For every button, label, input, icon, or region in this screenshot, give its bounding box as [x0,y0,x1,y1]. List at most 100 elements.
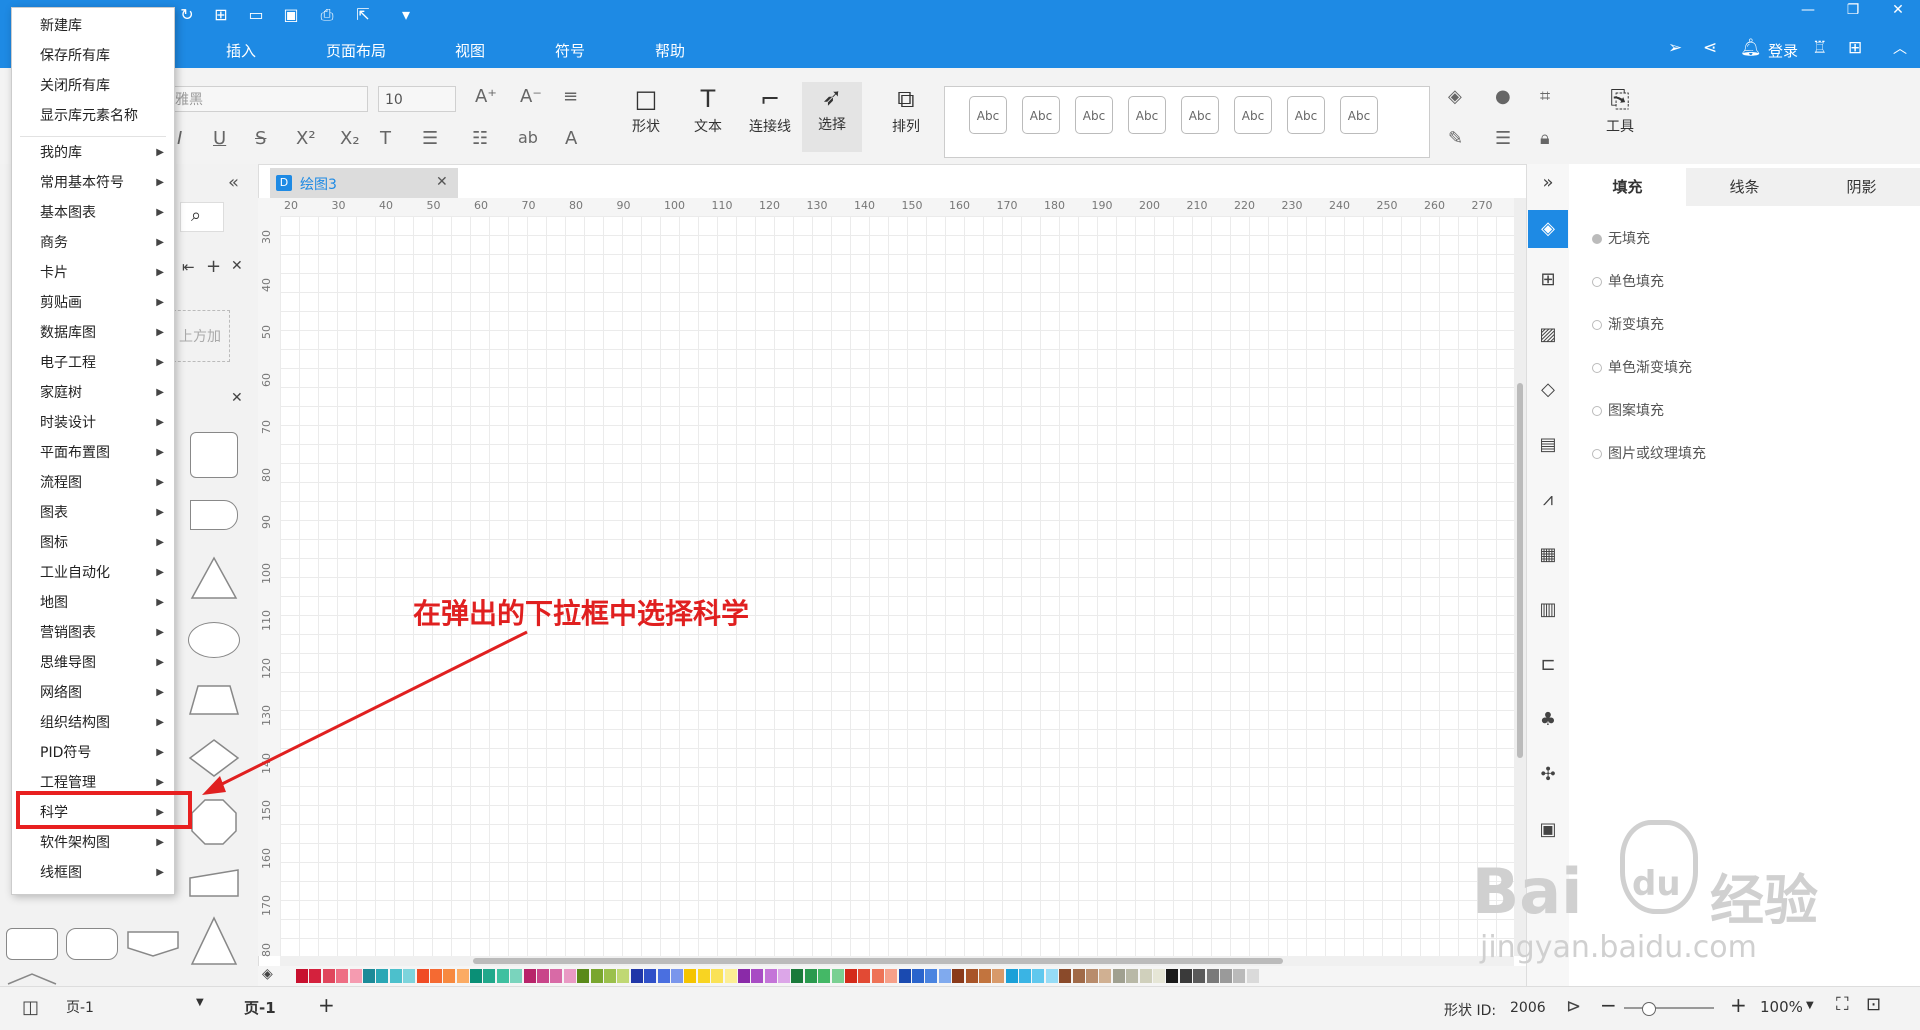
color-swatch[interactable] [456,969,469,983]
vertical-scrollbar[interactable] [1514,198,1526,956]
color-swatch[interactable] [925,969,938,983]
fill-option-picture[interactable]: 图片或纹理填充 [1592,443,1706,463]
org-chart-icon[interactable]: ♣ [1537,709,1559,731]
color-swatch[interactable] [1233,969,1246,983]
send-icon[interactable]: ➢ [1668,38,1682,58]
expand-right-icon[interactable]: » [1537,172,1559,194]
share-icon[interactable]: ⋖ [1703,38,1717,58]
color-swatch[interactable] [831,969,844,983]
color-swatch[interactable] [1166,969,1179,983]
menu-item-category[interactable]: 家庭树 ▶ [12,378,174,408]
fill-option-gradient[interactable]: 渐变填充 [1592,314,1664,334]
color-swatch[interactable] [1112,969,1125,983]
color-swatch[interactable] [483,969,496,983]
color-swatch[interactable] [644,969,657,983]
style-sample[interactable]: Abc [1181,96,1219,134]
style-sample[interactable]: Abc [1075,96,1113,134]
decrease-font-icon[interactable]: A⁻ [520,86,542,107]
print-icon[interactable]: ⎙ [316,4,338,26]
underline-icon[interactable]: U [213,128,226,149]
zoom-slider[interactable] [1624,1002,1714,1016]
menu-item-category[interactable]: 图表 ▶ [12,498,174,528]
menu-item-category[interactable]: 我的库 ▶ [12,138,174,168]
bell-icon[interactable]: 🔔︎ [1740,38,1762,58]
minimize-icon[interactable]: — [1793,2,1823,18]
format-icon[interactable]: ⊏ [1537,654,1559,676]
align-icon[interactable]: ≡ [563,86,578,107]
tab-shadow[interactable]: 阴影 [1803,168,1920,206]
scroll-thumb[interactable] [473,958,1283,964]
color-swatch[interactable] [885,969,898,983]
color-swatch[interactable] [1206,969,1219,983]
line-spacing-icon[interactable]: ☰ [422,128,438,149]
color-swatch[interactable] [737,969,750,983]
strikethrough-icon[interactable]: S [255,128,266,149]
color-swatch[interactable] [349,969,362,983]
color-swatch[interactable] [1005,969,1018,983]
color-swatch[interactable] [563,969,576,983]
menu-item-category[interactable]: 电子工程 ▶ [12,348,174,378]
tab-insert[interactable]: 插入 [226,40,256,61]
color-swatch[interactable] [1019,969,1032,983]
grid-panel-icon[interactable]: ⊞ [1537,269,1559,291]
fill-bucket-icon[interactable]: ◈ [262,966,273,982]
color-swatch[interactable] [617,969,630,983]
color-swatch[interactable] [1219,969,1232,983]
color-swatch[interactable] [804,969,817,983]
menu-close-all-libraries[interactable]: 关闭所有库 [12,71,174,101]
page-icon[interactable]: ▤ [1537,434,1559,456]
color-swatch[interactable] [416,969,429,983]
text-case-icon[interactable]: ab [518,128,538,147]
color-swatch[interactable] [523,969,536,983]
menu-item-category[interactable]: 网络图 ▶ [12,678,174,708]
style-sample[interactable]: Abc [1340,96,1378,134]
shape-tool[interactable]: □ 形状 [616,84,676,136]
layers-icon[interactable]: ◇ [1537,379,1559,401]
color-swatch[interactable] [429,969,442,983]
menu-item-category[interactable]: 卡片 ▶ [12,258,174,288]
color-swatch[interactable] [938,969,951,983]
close-library-icon[interactable]: ✕ [231,258,243,274]
menu-item-category[interactable]: 时装设计 ▶ [12,408,174,438]
tab-line[interactable]: 线条 [1686,168,1803,206]
image-panel-icon[interactable]: ▨ [1537,324,1559,346]
select-tool[interactable]: ➶ 选择 [802,82,862,152]
color-swatch[interactable] [965,969,978,983]
scatter-icon[interactable]: ✣ [1537,764,1559,786]
font-family-select[interactable]: 雅黑 [168,86,368,112]
arrange-tool[interactable]: ⧉ 排列 [876,84,936,136]
color-swatch[interactable] [322,969,335,983]
color-swatch[interactable] [470,969,483,983]
play-icon[interactable]: ⊳ [1566,996,1581,1017]
library-drop-zone[interactable]: 上方加 [168,310,230,362]
color-swatch[interactable] [992,969,1005,983]
menu-item-category[interactable]: 剪贴画 ▶ [12,288,174,318]
tab-help[interactable]: 帮助 [655,40,685,61]
color-swatch[interactable] [764,969,777,983]
color-swatch[interactable] [697,969,710,983]
drawing-canvas[interactable] [280,216,1514,956]
subscript-icon[interactable]: X₂ [340,128,360,149]
color-swatch[interactable] [537,969,550,983]
menu-item-category[interactable]: 图标 ▶ [12,528,174,558]
fill-option-none[interactable]: 无填充 [1592,228,1650,248]
color-swatch[interactable] [1045,969,1058,983]
color-swatch[interactable] [1072,969,1085,983]
color-swatch[interactable] [871,969,884,983]
add-page-button[interactable]: + [318,993,335,1017]
shape-terminator[interactable] [66,928,118,960]
connector-tool[interactable]: ⌐ 连接线 [740,84,800,136]
color-swatch[interactable] [1153,969,1165,983]
bullets-icon[interactable]: ☷ [472,128,488,149]
presentation-icon[interactable]: ▣ [1537,819,1559,841]
color-swatch[interactable] [1032,969,1045,983]
lock-icon[interactable]: 🔒︎ [1540,128,1550,149]
page-select[interactable]: 页-1 ▼ [66,997,206,1019]
menu-item-category[interactable]: 工业自动化 ▶ [12,558,174,588]
fill-option-solid[interactable]: 单色填充 [1592,271,1664,291]
table-icon[interactable]: ▦ [1537,544,1559,566]
close-document-icon[interactable]: ✕ [436,174,448,190]
italic-icon[interactable]: I [177,128,182,149]
menu-item-category[interactable]: 数据库图 ▶ [12,318,174,348]
fill-option-pattern[interactable]: 图案填充 [1592,400,1664,420]
